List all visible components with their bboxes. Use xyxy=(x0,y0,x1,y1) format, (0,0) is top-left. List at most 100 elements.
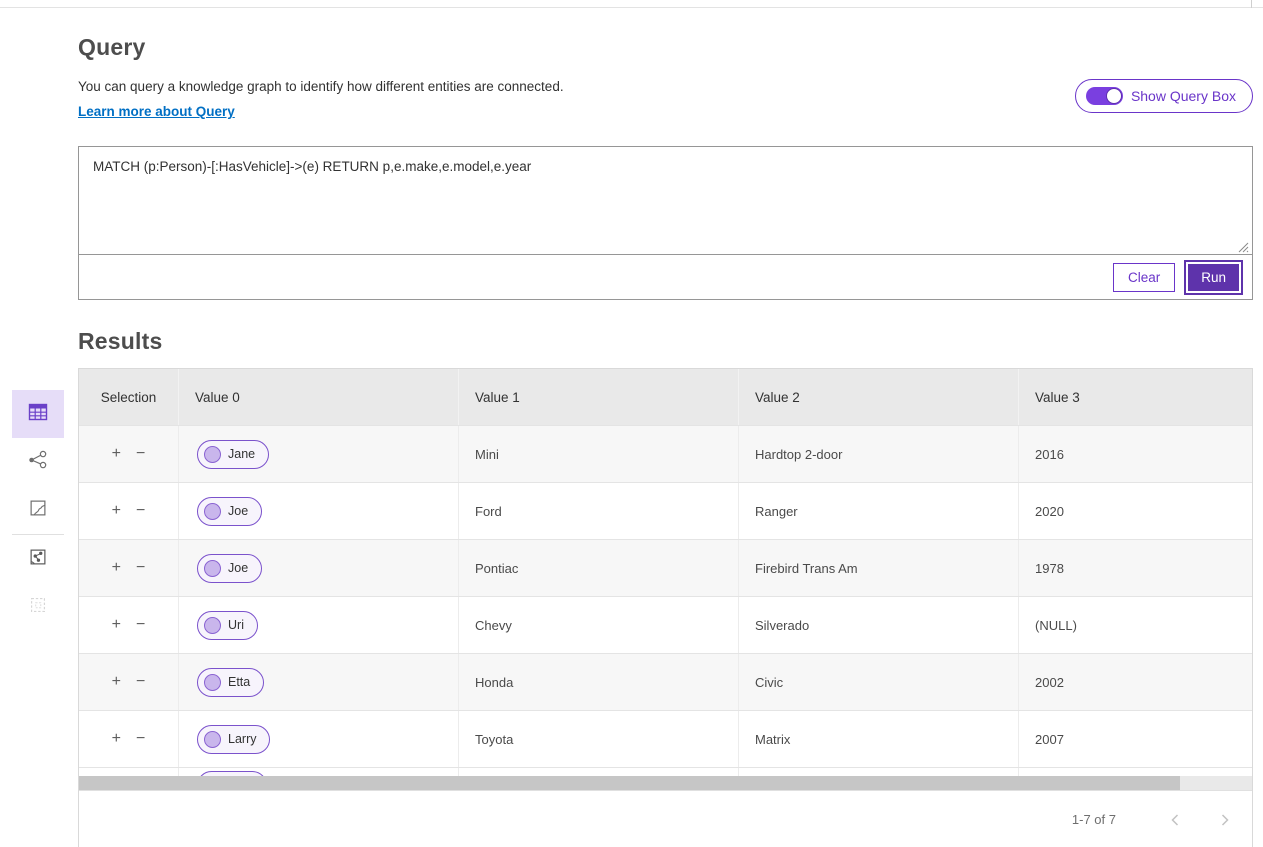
column-header-value2: Value 2 xyxy=(739,369,1019,425)
remove-from-selection-button[interactable]: − xyxy=(136,560,145,576)
entity-cell: Joe xyxy=(179,540,459,596)
link-chart-icon xyxy=(27,449,49,476)
cell-value-3: 2016 xyxy=(1019,426,1252,482)
add-to-selection-button[interactable]: + xyxy=(112,503,121,519)
results-view-rail xyxy=(12,390,64,631)
entity-label: Larry xyxy=(228,732,256,746)
entity-cell: Joe xyxy=(179,483,459,539)
cell-value-2: Ranger xyxy=(739,483,1019,539)
select-results-icon xyxy=(27,594,49,621)
entity-label: Joe xyxy=(228,561,248,575)
map-icon xyxy=(27,497,49,524)
results-card: Selection Value 0 Value 1 Value 2 Value … xyxy=(78,368,1253,847)
remove-from-selection-button[interactable]: − xyxy=(136,617,145,633)
entity-label: Uri xyxy=(228,618,244,632)
add-to-map-icon xyxy=(27,546,49,573)
entity-pill[interactable]: Larry xyxy=(197,725,270,754)
pagination-range-label: 1-7 of 7 xyxy=(1072,812,1116,827)
table-row: + − Etta Honda Civic 2002 xyxy=(79,653,1252,710)
cell-value-3: 1978 xyxy=(1019,540,1252,596)
remove-from-selection-button[interactable]: − xyxy=(136,503,145,519)
toggle-switch-icon[interactable] xyxy=(1086,87,1123,105)
show-query-box-toggle[interactable]: Show Query Box xyxy=(1075,79,1253,113)
add-to-selection-button[interactable]: + xyxy=(112,560,121,576)
pagination-bar: 1-7 of 7 xyxy=(79,790,1252,847)
top-chrome-tick xyxy=(1251,0,1252,8)
remove-from-selection-button[interactable]: − xyxy=(136,731,145,747)
chevron-left-icon[interactable] xyxy=(1166,811,1184,829)
cell-value-1: Honda xyxy=(459,654,739,710)
entity-icon xyxy=(204,674,221,691)
selection-cell: + − xyxy=(79,597,179,653)
cell-value-2: Silverado xyxy=(739,597,1019,653)
entity-label: Jane xyxy=(228,447,255,461)
results-heading: Results xyxy=(78,328,1253,355)
cell-value-3: 2002 xyxy=(1019,654,1252,710)
column-header-selection: Selection xyxy=(79,369,179,425)
resize-handle[interactable] xyxy=(1238,240,1249,251)
cell-value-3: (NULL) xyxy=(1019,597,1252,653)
selection-cell: + − xyxy=(79,540,179,596)
entity-pill[interactable]: Joe xyxy=(197,554,262,583)
entity-icon xyxy=(204,446,221,463)
table-row: + − Larry Toyota Matrix 2007 xyxy=(79,710,1252,767)
entity-cell: Larry xyxy=(179,711,459,767)
cell-value-2: Firebird Trans Am xyxy=(739,540,1019,596)
query-box: MATCH (p:Person)-[:HasVehicle]->(e) RETU… xyxy=(78,146,1253,300)
entity-pill[interactable]: Jane xyxy=(197,440,269,469)
cell-value-2: Hardtop 2-door xyxy=(739,426,1019,482)
selection-cell: + − xyxy=(79,426,179,482)
cell-value-3: 2020 xyxy=(1019,483,1252,539)
view-map-button[interactable] xyxy=(12,486,64,534)
table-icon xyxy=(26,400,50,429)
toggle-label: Show Query Box xyxy=(1131,88,1236,104)
view-table-button[interactable] xyxy=(12,390,64,438)
remove-from-selection-button[interactable]: − xyxy=(136,674,145,690)
entity-pill[interactable]: Uri xyxy=(197,611,258,640)
selection-cell: + − xyxy=(79,711,179,767)
column-header-value0: Value 0 xyxy=(179,369,459,425)
chevron-right-icon[interactable] xyxy=(1216,811,1234,829)
table-row: + − Joe Pontiac Firebird Trans Am 1978 xyxy=(79,539,1252,596)
run-button-focus-ring: Run xyxy=(1184,260,1243,295)
entity-icon xyxy=(204,731,221,748)
add-to-selection-button[interactable]: + xyxy=(112,731,121,747)
selection-cell: + − xyxy=(79,654,179,710)
entity-icon xyxy=(204,560,221,577)
cell-value-1: Pontiac xyxy=(459,540,739,596)
learn-more-link[interactable]: Learn more about Query xyxy=(78,104,235,119)
entity-cell: Uri xyxy=(179,597,459,653)
cell-value-1: Chevy xyxy=(459,597,739,653)
table-row: + − Joe Ford Ranger 2020 xyxy=(79,482,1252,539)
run-button[interactable]: Run xyxy=(1188,264,1239,291)
add-to-selection-button[interactable]: + xyxy=(112,446,121,462)
horizontal-scrollbar[interactable] xyxy=(79,776,1252,790)
entity-pill[interactable]: Joe xyxy=(197,497,262,526)
remove-from-selection-button[interactable]: − xyxy=(136,446,145,462)
add-results-to-map-button[interactable] xyxy=(12,535,64,583)
entity-cell: Jane xyxy=(179,426,459,482)
page-title: Query xyxy=(78,34,1253,61)
view-link-chart-button[interactable] xyxy=(12,438,64,486)
clear-button[interactable]: Clear xyxy=(1113,263,1175,292)
page-description: You can query a knowledge graph to ident… xyxy=(78,79,564,94)
table-row: + − Uri Chevy Silverado (NULL) xyxy=(79,596,1252,653)
entity-pill[interactable]: Etta xyxy=(197,668,264,697)
cell-value-1: Toyota xyxy=(459,711,739,767)
add-to-selection-button[interactable]: + xyxy=(112,674,121,690)
add-to-selection-button[interactable]: + xyxy=(112,617,121,633)
cell-value-1: Mini xyxy=(459,426,739,482)
entity-label: Etta xyxy=(228,675,250,689)
query-footer: Clear Run xyxy=(79,254,1252,299)
cell-value-3: 2007 xyxy=(1019,711,1252,767)
scrollbar-thumb[interactable] xyxy=(79,776,1180,790)
cell-value-1: Ford xyxy=(459,483,739,539)
entity-icon xyxy=(204,503,221,520)
query-input[interactable]: MATCH (p:Person)-[:HasVehicle]->(e) RETU… xyxy=(79,147,1252,254)
column-header-value3: Value 3 xyxy=(1019,369,1252,425)
selection-cell: + − xyxy=(79,483,179,539)
cell-value-2: Matrix xyxy=(739,711,1019,767)
entity-cell: Etta xyxy=(179,654,459,710)
toggle-knob xyxy=(1106,88,1122,104)
entity-icon xyxy=(204,617,221,634)
